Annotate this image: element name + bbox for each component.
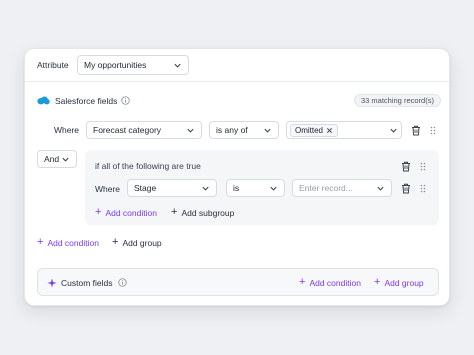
- custom-fields-title: Custom fields: [61, 278, 113, 288]
- filter-card: Attribute My opportunities Salesforce fi…: [24, 48, 450, 306]
- divider: [25, 81, 449, 82]
- trash-icon[interactable]: [410, 124, 422, 136]
- chevron-down-icon: [62, 157, 69, 162]
- salesforce-cloud-icon: [37, 96, 50, 105]
- subgroup-field-value: Stage: [134, 183, 157, 193]
- close-icon[interactable]: [326, 127, 333, 134]
- attribute-label: Attribute: [37, 60, 69, 70]
- chevron-down-icon: [377, 186, 384, 191]
- add-group-button[interactable]: + Add group: [112, 237, 162, 248]
- field-select[interactable]: Forecast category: [86, 121, 202, 139]
- subgroup-operator-value: is: [233, 183, 240, 193]
- custom-add-condition-button[interactable]: + Add condition: [299, 277, 361, 288]
- logic-select-value: And: [44, 154, 60, 164]
- chevron-down-icon: [187, 128, 194, 133]
- field-select-value: Forecast category: [93, 125, 162, 135]
- info-icon[interactable]: [118, 278, 127, 287]
- attribute-select[interactable]: My opportunities: [77, 55, 189, 75]
- value-chip-label: Omitted: [295, 125, 324, 135]
- drag-handle-icon[interactable]: [417, 182, 429, 194]
- add-group-label: Add group: [384, 277, 424, 288]
- where-label: Where: [95, 184, 121, 194]
- record-select-placeholder: Enter record...: [299, 183, 353, 193]
- where-label: Where: [54, 125, 80, 135]
- plus-icon: +: [299, 276, 306, 288]
- drag-handle-icon[interactable]: [427, 124, 439, 136]
- attribute-select-value: My opportunities: [84, 60, 147, 70]
- add-subgroup-label: Add subgroup: [181, 207, 235, 218]
- plus-icon: +: [95, 206, 102, 218]
- drag-handle-icon[interactable]: [417, 160, 429, 172]
- plus-icon: +: [112, 236, 119, 248]
- trash-icon[interactable]: [400, 182, 412, 194]
- custom-fields-section: Custom fields + Add condition + Add grou…: [37, 268, 439, 296]
- add-condition-label: Add condition: [47, 237, 99, 248]
- salesforce-fields-title: Salesforce fields: [55, 96, 118, 106]
- logic-select[interactable]: And: [37, 150, 77, 168]
- subgroup-operator-select[interactable]: is: [226, 179, 285, 197]
- plus-icon: +: [171, 206, 178, 218]
- info-icon[interactable]: [121, 96, 130, 105]
- sparkle-icon: [47, 278, 57, 288]
- add-condition-label: Add condition: [309, 277, 361, 288]
- subgroup-field-select[interactable]: Stage: [127, 179, 217, 197]
- subgroup-add-condition-button[interactable]: + Add condition: [95, 207, 157, 218]
- chevron-down-icon: [202, 186, 209, 191]
- chevron-down-icon: [270, 186, 277, 191]
- chevron-down-icon: [264, 128, 271, 133]
- chevron-down-icon: [390, 128, 397, 133]
- chevron-down-icon: [174, 63, 181, 68]
- record-select[interactable]: Enter record...: [292, 179, 392, 197]
- trash-icon[interactable]: [400, 160, 412, 172]
- subgroup-panel: if all of the following are true Where S…: [85, 150, 439, 225]
- matching-records-badge: 33 matching record(s): [354, 94, 441, 107]
- add-condition-label: Add condition: [105, 207, 157, 218]
- add-condition-button[interactable]: + Add condition: [37, 237, 99, 248]
- value-multiselect[interactable]: Omitted: [286, 121, 402, 139]
- custom-add-group-button[interactable]: + Add group: [374, 277, 424, 288]
- value-chip: Omitted: [290, 123, 339, 137]
- add-group-label: Add group: [122, 237, 162, 248]
- operator-select-value: is any of: [216, 125, 248, 135]
- add-subgroup-button[interactable]: + Add subgroup: [171, 207, 234, 218]
- subgroup-heading: if all of the following are true: [95, 161, 201, 171]
- plus-icon: +: [374, 276, 381, 288]
- plus-icon: +: [37, 236, 44, 248]
- operator-select[interactable]: is any of: [209, 121, 279, 139]
